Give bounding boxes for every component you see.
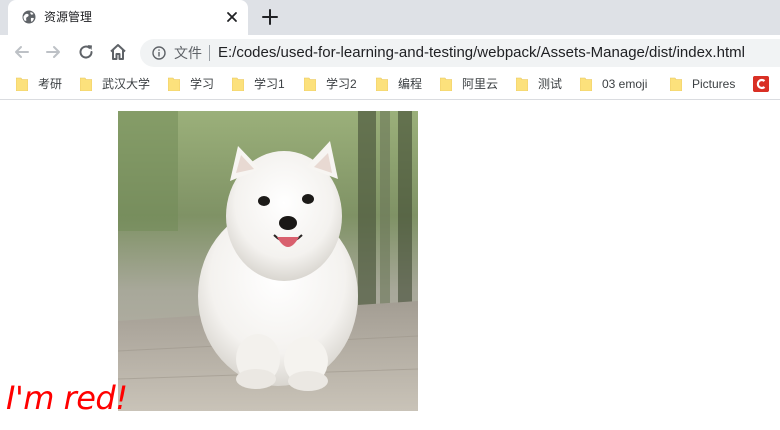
bookmarks-bar: 考研 武汉大学 学习 学习1 学习2 编程 阿里云 测试 03 emoji Pi… — [0, 69, 780, 100]
back-arrow-icon[interactable] — [12, 42, 32, 62]
bookmark-label: 考研 — [38, 77, 63, 91]
reload-icon[interactable] — [76, 42, 96, 62]
bookmark-folder[interactable]: 武汉大学 — [80, 76, 150, 92]
bookmark-label: 03 emoji — [602, 77, 648, 91]
bookmark-label: 学习1 — [254, 77, 285, 91]
folder-icon — [16, 77, 28, 91]
omnibox-divider — [209, 45, 210, 61]
bookmark-folder[interactable]: 学习 — [168, 76, 214, 92]
tab-title: 资源管理 — [44, 10, 93, 24]
bookmark-label: 编程 — [398, 77, 423, 91]
folder-icon — [580, 77, 592, 91]
bookmark-folder[interactable]: 学习1 — [232, 76, 285, 92]
address-bar[interactable]: 文件 E:/codes/used-for-learning-and-testin… — [140, 39, 780, 67]
url-text[interactable]: E:/codes/used-for-learning-and-testing/w… — [218, 45, 745, 61]
forward-arrow-icon[interactable] — [43, 42, 63, 62]
bookmark-label: 学习2 — [326, 77, 357, 91]
bookmark-label: 测试 — [538, 77, 563, 91]
info-icon[interactable] — [152, 46, 166, 60]
scheme-label: 文件 — [174, 45, 202, 61]
folder-icon — [232, 77, 244, 91]
c-logo-icon[interactable] — [753, 76, 769, 92]
bookmark-folder[interactable]: Pictures — [670, 76, 735, 92]
bookmark-folder[interactable]: 编程 — [376, 76, 422, 92]
bookmark-label: 武汉大学 — [102, 77, 151, 91]
bookmark-label: 学习 — [190, 77, 215, 91]
samoyed-puppy-photo — [118, 111, 418, 411]
bookmark-label: Pictures — [692, 77, 736, 91]
bookmark-folder[interactable]: 考研 — [16, 76, 62, 92]
new-tab-plus-icon[interactable] — [261, 8, 279, 26]
globe-icon — [22, 10, 36, 24]
folder-icon — [80, 77, 92, 91]
page-viewport: I'm red! — [0, 101, 780, 430]
bookmark-folder[interactable]: 测试 — [516, 76, 562, 92]
folder-icon — [670, 77, 682, 91]
red-text: I'm red! — [6, 379, 128, 417]
bookmark-folder[interactable]: 阿里云 — [440, 76, 498, 92]
bookmark-label: 阿里云 — [462, 77, 499, 91]
close-tab-icon[interactable] — [224, 9, 240, 25]
home-icon[interactable] — [108, 42, 128, 62]
folder-icon — [168, 77, 180, 91]
folder-icon — [516, 77, 528, 91]
folder-icon — [304, 77, 316, 91]
browser-tab[interactable]: 资源管理 — [8, 0, 248, 35]
bookmark-folder[interactable]: 学习2 — [304, 76, 357, 92]
bookmark-folder[interactable]: 03 emoji — [580, 76, 647, 92]
browser-toolbar: 文件 E:/codes/used-for-learning-and-testin… — [0, 35, 780, 69]
folder-icon — [440, 77, 452, 91]
folder-icon — [376, 77, 388, 91]
tab-strip: 资源管理 — [0, 0, 780, 35]
